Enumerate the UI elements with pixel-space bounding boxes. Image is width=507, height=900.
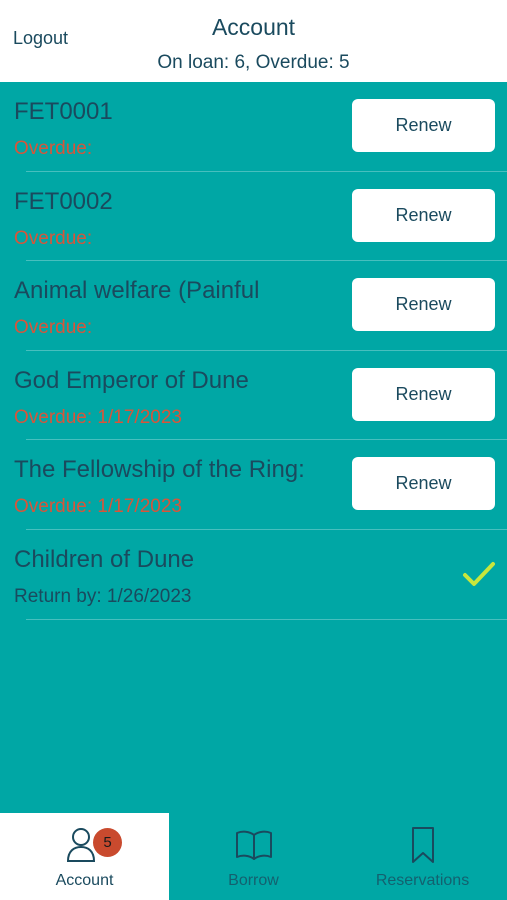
loan-status: Return by: 1/26/2023 (14, 585, 192, 607)
tab-label: Reservations (375, 872, 470, 889)
loan-row: FET0002 Overdue: Renew (0, 172, 507, 262)
loan-status: Overdue: 1/17/2023 (14, 496, 182, 518)
loan-summary: On loan: 6, Overdue: 5 (157, 52, 350, 73)
book-icon (235, 830, 272, 860)
renew-button[interactable]: Renew (352, 278, 495, 332)
page-title: Account (211, 14, 296, 40)
loan-title: Animal welfare (Painful (14, 277, 260, 305)
renew-button[interactable]: Renew (352, 99, 495, 152)
loan-title: FET0001 (14, 98, 113, 125)
loan-status: Overdue: (14, 317, 93, 339)
loan-title: Children of Dune (14, 545, 195, 573)
loan-row: Animal welfare (Painful Overdue: Renew (0, 261, 507, 351)
loan-row: FET0001 Overdue: Renew (0, 82, 507, 172)
loan-row: Children of Dune Return by: 1/26/2023 (0, 530, 507, 620)
loan-row: God Emperor of Dune Overdue: 1/17/2023 R… (0, 351, 507, 441)
tab-bar: 5 Account Borrow Reservations (0, 813, 507, 900)
loan-row: The Fellowship of the Ring: Overdue: 1/1… (0, 440, 507, 530)
loan-status: Overdue: 1/17/2023 (14, 406, 182, 428)
header-bar: Logout Account On loan: 6, Overdue: 5 (0, 0, 507, 82)
tab-label: Account (55, 872, 114, 889)
tab-account[interactable]: 5 Account (0, 813, 169, 900)
renew-button[interactable]: Renew (352, 367, 495, 421)
bookmark-icon (411, 827, 434, 863)
loan-title: FET0002 (14, 187, 113, 215)
loan-status: Overdue: (14, 138, 93, 159)
loan-title: God Emperor of Dune (14, 366, 249, 394)
tab-reservations[interactable]: Reservations (338, 813, 507, 900)
renew-button[interactable]: Renew (352, 188, 495, 242)
loan-title: The Fellowship of the Ring: (14, 456, 305, 484)
notification-badge: 5 (93, 828, 122, 857)
loan-list: FET0001 Overdue: Renew FET0002 Overdue: … (0, 82, 507, 620)
tab-borrow[interactable]: Borrow (169, 813, 338, 900)
checkmark-icon (463, 561, 495, 586)
tab-label: Borrow (228, 872, 279, 889)
renew-button[interactable]: Renew (352, 457, 495, 511)
loan-status: Overdue: (14, 227, 93, 249)
